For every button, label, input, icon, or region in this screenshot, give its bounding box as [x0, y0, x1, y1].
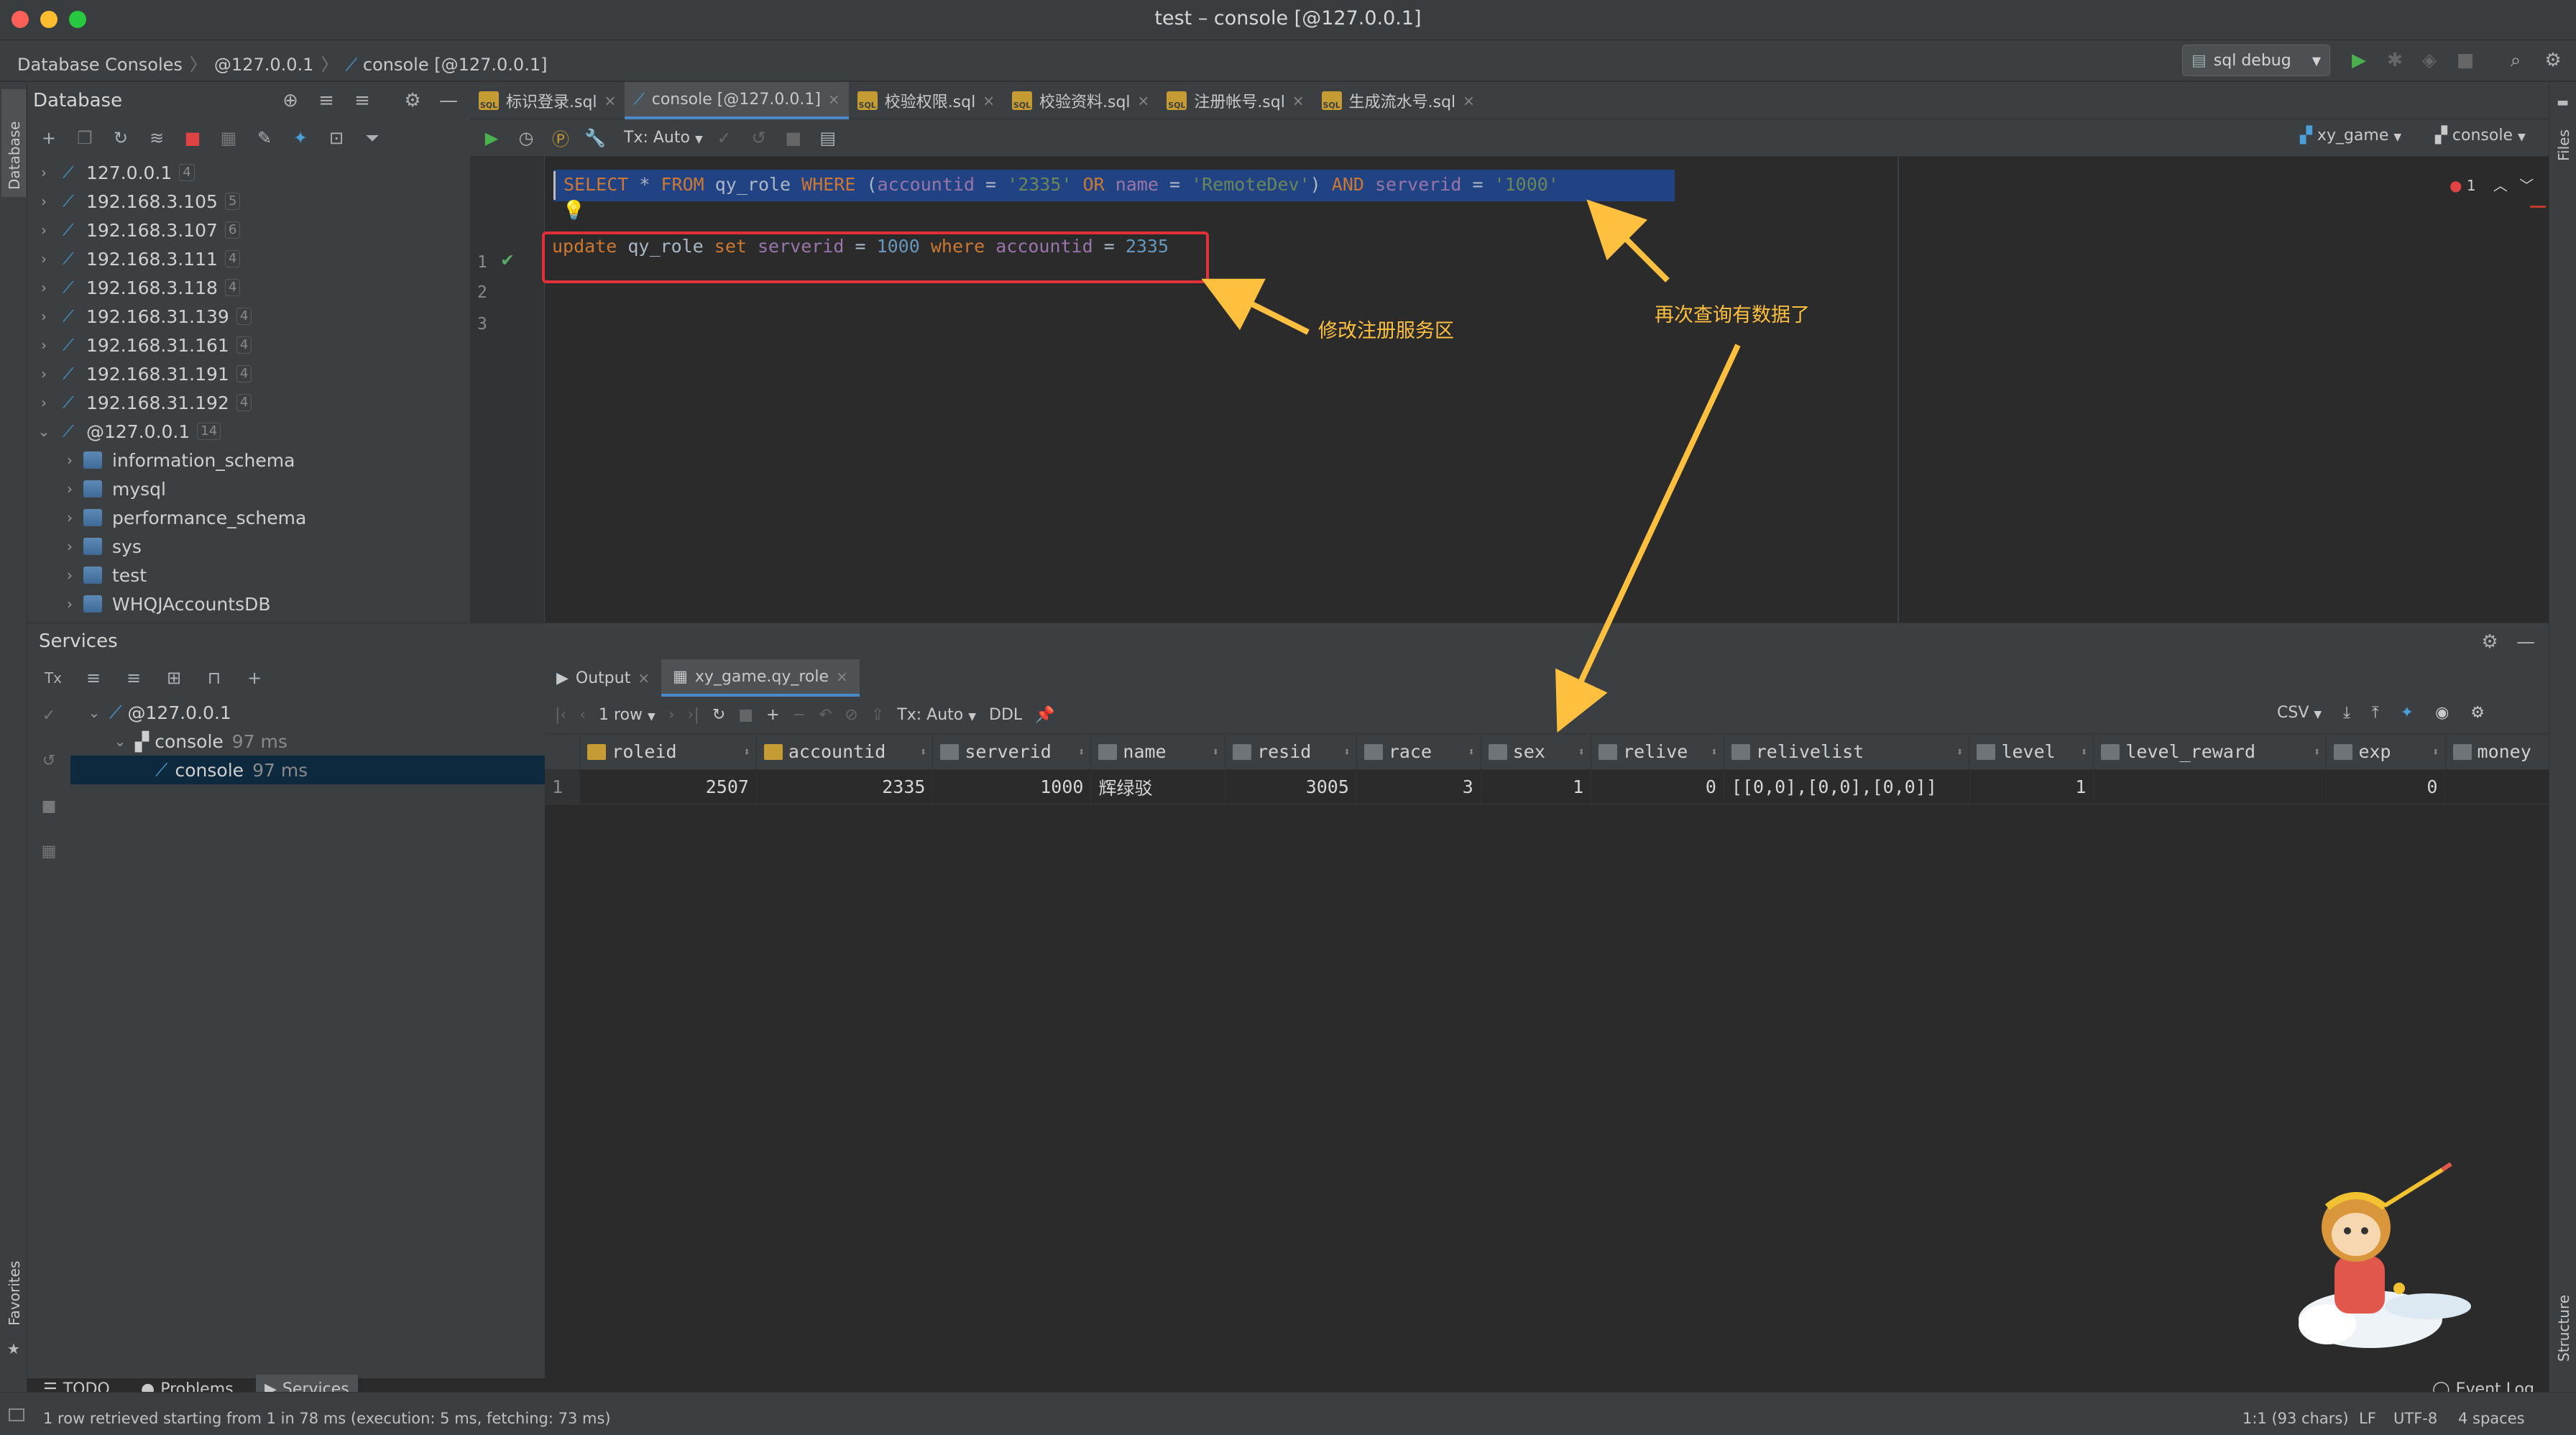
arrow-to-update — [1201, 278, 1310, 335]
layout-icon[interactable] — [9, 1408, 24, 1421]
arrow-to-select — [1586, 199, 1670, 283]
file-encoding[interactable]: UTF-8 — [2393, 1410, 2437, 1427]
line-separator[interactable]: LF — [2359, 1410, 2376, 1427]
cursor-position[interactable]: 1:1 (93 chars) — [2242, 1410, 2349, 1427]
annotation-arrows — [1201, 199, 1741, 733]
arrow-to-results — [1555, 344, 1741, 733]
indent-setting[interactable]: 4 spaces — [2458, 1410, 2525, 1427]
status-message: 1 row retrieved starting from 1 in 78 ms… — [43, 1410, 611, 1427]
